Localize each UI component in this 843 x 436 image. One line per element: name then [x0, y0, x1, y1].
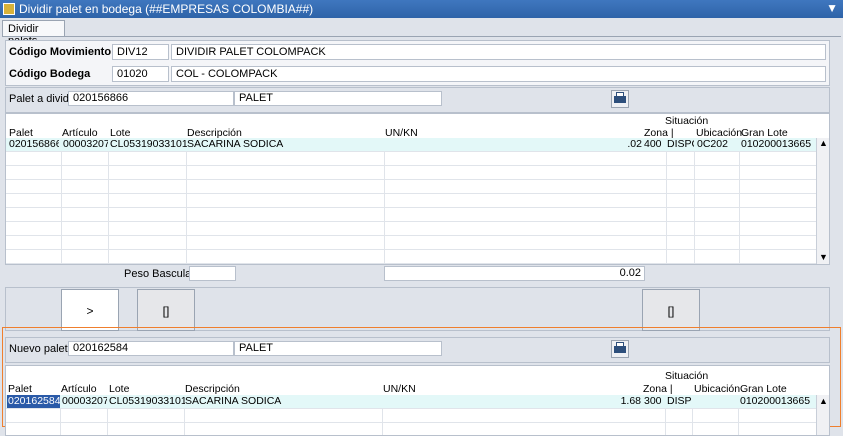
column-header-situacion-top: Situación [665, 370, 709, 382]
column-header-articulo[interactable]: Artículo [61, 383, 97, 395]
table-row[interactable]: 020162584 00003207 CL05319033101-0 SACAR… [6, 395, 816, 409]
bodega-description-field: COL - COLOMPACK [171, 66, 826, 82]
table-row[interactable] [6, 250, 816, 264]
clear-left-button[interactable]: [] [137, 289, 195, 331]
table-row[interactable] [6, 180, 816, 194]
column-header-lote[interactable]: Lote [109, 383, 129, 395]
nuevo-palet-input[interactable]: 020162584 [68, 341, 234, 356]
palet-a-dividir-label: Palet a dividir [9, 93, 76, 105]
movimiento-description-field: DIVIDIR PALET COLOMPACK [171, 44, 826, 60]
table-row[interactable] [6, 236, 816, 250]
cell-lote: CL05319033101-0 [110, 138, 187, 150]
new-palet-grid: Situación Palet Artículo Lote Descripció… [5, 365, 830, 436]
cell-palet: 020156866 [9, 138, 59, 150]
printer-icon[interactable] [611, 90, 629, 108]
title-bar: Dividir palet en bodega (##EMPRESAS COLO… [0, 0, 843, 18]
tab-dividir-palets[interactable]: Dividir palets [2, 20, 65, 47]
new-grid-body: 020162584 00003207 CL05319033101-0 SACAR… [6, 395, 816, 435]
column-header-unkn[interactable]: UN/KN [383, 383, 416, 395]
scroll-down-icon[interactable]: ▼ [819, 252, 828, 262]
cell-palet[interactable]: 020162584 [7, 395, 60, 408]
source-grid-body: 020156866 00003207 CL05319033101-0 SACAR… [6, 138, 816, 264]
table-row[interactable] [6, 409, 816, 423]
codigo-movimiento-label: Código Movimiento [9, 46, 112, 58]
scroll-up-icon[interactable]: ▲ [819, 138, 828, 148]
table-row[interactable] [6, 152, 816, 166]
clear-right-button[interactable]: [] [642, 289, 700, 331]
column-header-palet[interactable]: Palet [8, 383, 32, 395]
scroll-up-icon[interactable]: ▲ [819, 396, 828, 406]
cell-ubicacion: 0C202 [697, 138, 728, 150]
table-row[interactable] [6, 194, 816, 208]
app-icon [3, 3, 15, 15]
chevron-down-icon[interactable]: ▼ [826, 1, 838, 15]
cell-gran-lote: 010200013665 [740, 395, 811, 407]
table-row[interactable] [6, 208, 816, 222]
table-row[interactable] [6, 166, 816, 180]
peso-bascula-input[interactable] [189, 266, 236, 281]
codigo-bodega-label: Código Bodega [9, 68, 91, 80]
nuevo-palet-label: Nuevo palet [9, 343, 68, 355]
cell-zona: 300 [644, 395, 662, 407]
cell-unkn: .02 [627, 138, 642, 150]
column-header-descripcion[interactable]: Descripción [185, 383, 240, 395]
table-row[interactable]: 020156866 00003207 CL05319033101-0 SACAR… [6, 138, 816, 152]
cell-gran-lote: 010200013665 [741, 138, 812, 150]
column-header-ubicacion[interactable]: Ubicación [694, 383, 740, 395]
cell-descripcion: SACARINA SODICA [185, 395, 282, 407]
codigo-movimiento-field[interactable]: DIV12 [112, 44, 169, 60]
cell-situacion: DISPC [667, 395, 692, 407]
codigo-bodega-field[interactable]: 01020 [112, 66, 169, 82]
source-grid-scrollbar[interactable]: ▲ ▼ [816, 138, 829, 264]
peso-bascula-label: Peso Bascula [124, 268, 192, 280]
column-header-gran-lote[interactable]: Gran Lote [740, 383, 787, 395]
palet-type-field: PALET [234, 91, 442, 106]
column-header-zona[interactable]: Zona | [643, 383, 673, 395]
cell-situacion: DISPC [667, 138, 694, 150]
window-title: Dividir palet en bodega (##EMPRESAS COLO… [19, 2, 314, 16]
table-row[interactable] [6, 222, 816, 236]
printer-icon[interactable] [611, 340, 629, 358]
new-palet-type-field: PALET [234, 341, 442, 356]
move-button[interactable]: > [61, 289, 119, 331]
cell-articulo: 00003207 [62, 395, 107, 407]
cell-descripcion: SACARINA SODICA [187, 138, 284, 150]
table-row[interactable] [6, 423, 816, 435]
source-palet-grid: Situación Palet Artículo Lote Descripció… [5, 113, 830, 265]
new-grid-scrollbar[interactable]: ▲ [816, 395, 829, 435]
cell-articulo: 00003207 [63, 138, 108, 150]
cell-ubicacion [695, 395, 737, 408]
cell-zona: 400 [644, 138, 662, 150]
column-header-situacion-top: Situación [665, 115, 709, 127]
cell-unkn: 1.68 [620, 395, 641, 407]
cell-lote: CL05319033101-0 [109, 395, 185, 407]
palet-a-dividir-input[interactable]: 020156866 [68, 91, 234, 106]
peso-total-field: 0.02 [384, 266, 645, 281]
actions-panel [5, 287, 830, 331]
